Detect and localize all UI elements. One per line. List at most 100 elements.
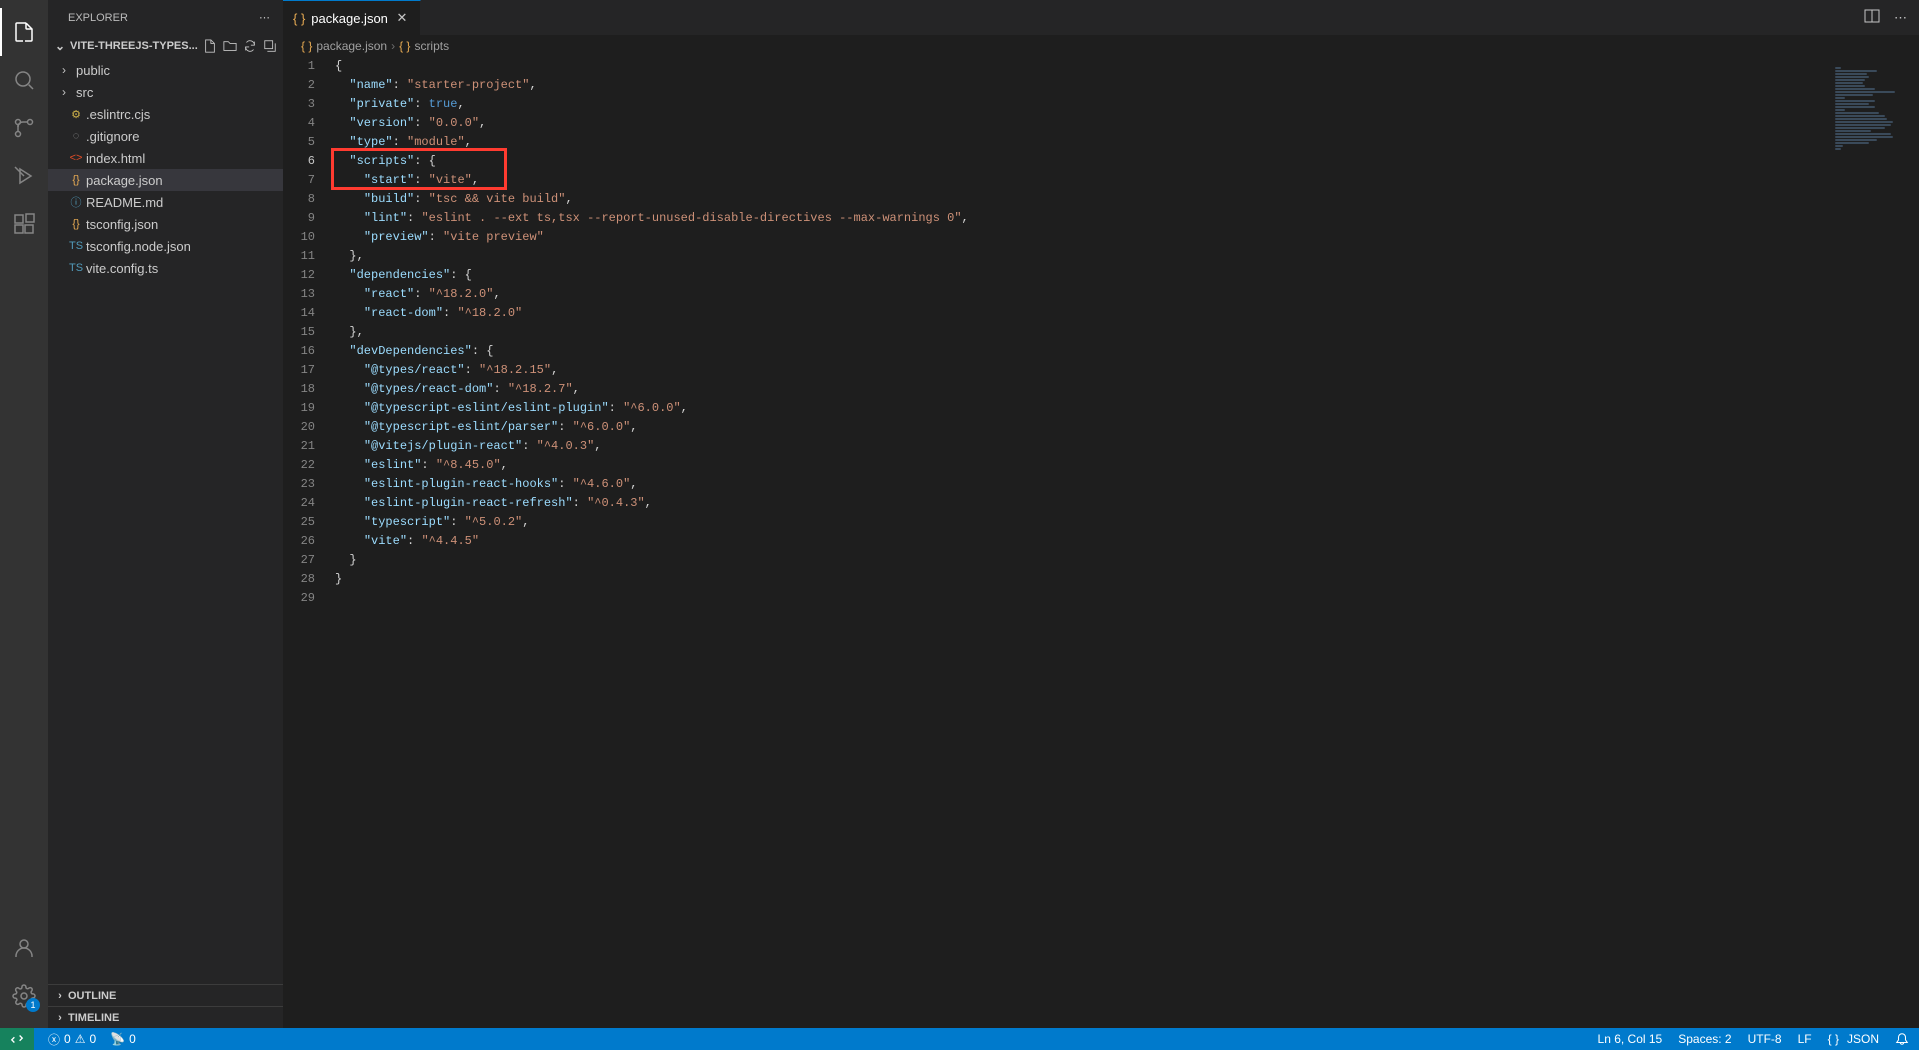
chevron-right-icon: › bbox=[62, 85, 76, 99]
status-problems[interactable]: ⓧ0 ⚠0 bbox=[48, 1031, 96, 1048]
minimap[interactable] bbox=[1829, 57, 1919, 1028]
activity-source-control-icon[interactable] bbox=[0, 104, 48, 152]
status-lang[interactable]: { }JSON bbox=[1828, 1032, 1879, 1046]
split-editor-icon[interactable] bbox=[1864, 8, 1880, 27]
code-line[interactable]: "type": "module", bbox=[335, 133, 1829, 152]
folder-item[interactable]: ›public bbox=[48, 59, 283, 81]
explorer-more-icon[interactable]: ⋯ bbox=[259, 11, 271, 24]
chevron-right-icon: › bbox=[62, 63, 76, 77]
file-label: .eslintrc.cjs bbox=[86, 107, 150, 122]
file-type-icon: ⚙ bbox=[66, 108, 86, 121]
explorer-header: EXPLORER ⋯ bbox=[48, 0, 283, 35]
error-icon: ⓧ bbox=[48, 1031, 60, 1048]
status-encoding[interactable]: UTF-8 bbox=[1748, 1032, 1782, 1046]
activity-extensions-icon[interactable] bbox=[0, 200, 48, 248]
code-line[interactable]: "private": true, bbox=[335, 95, 1829, 114]
code-line[interactable]: "dependencies": { bbox=[335, 266, 1829, 285]
project-header[interactable]: ⌄ VITE-THREEJS-TYPES... bbox=[48, 35, 283, 57]
code-line[interactable]: "@typescript-eslint/parser": "^6.0.0", bbox=[335, 418, 1829, 437]
code-line[interactable]: "vite": "^4.4.5" bbox=[335, 532, 1829, 551]
code-line[interactable]: "eslint-plugin-react-hooks": "^4.6.0", bbox=[335, 475, 1829, 494]
chevron-right-icon: › bbox=[52, 990, 68, 1002]
new-folder-icon[interactable] bbox=[221, 37, 239, 55]
code-line[interactable]: "scripts": { bbox=[335, 152, 1829, 171]
code-line[interactable]: "react": "^18.2.0", bbox=[335, 285, 1829, 304]
editor-body[interactable]: 1234567891011121314151617181920212223242… bbox=[283, 57, 1919, 1028]
file-item[interactable]: TStsconfig.node.json bbox=[48, 235, 283, 257]
code-line[interactable]: "preview": "vite preview" bbox=[335, 228, 1829, 247]
code-line[interactable]: "eslint": "^8.45.0", bbox=[335, 456, 1829, 475]
file-type-icon: <> bbox=[66, 152, 86, 164]
code-line[interactable]: "name": "starter-project", bbox=[335, 76, 1829, 95]
file-item[interactable]: <>index.html bbox=[48, 147, 283, 169]
activity-bar: 1 bbox=[0, 0, 48, 1028]
explorer-title: EXPLORER bbox=[68, 12, 128, 24]
file-type-icon: {} bbox=[66, 218, 86, 230]
file-type-icon: ⓘ bbox=[66, 194, 86, 210]
activity-search-icon[interactable] bbox=[0, 56, 48, 104]
file-label: tsconfig.json bbox=[86, 217, 158, 232]
code-line[interactable]: "version": "0.0.0", bbox=[335, 114, 1829, 133]
outline-label: OUTLINE bbox=[68, 990, 116, 1002]
collapse-icon[interactable] bbox=[261, 37, 279, 55]
outline-section[interactable]: › OUTLINE bbox=[48, 984, 283, 1006]
chevron-right-icon: › bbox=[391, 39, 395, 53]
status-ln-col[interactable]: Ln 6, Col 15 bbox=[1598, 1032, 1663, 1046]
file-item[interactable]: ◌.gitignore bbox=[48, 125, 283, 147]
activity-account-icon[interactable] bbox=[0, 924, 48, 972]
file-item[interactable]: TSvite.config.ts bbox=[48, 257, 283, 279]
file-item[interactable]: ⚙.eslintrc.cjs bbox=[48, 103, 283, 125]
status-notifications-icon[interactable] bbox=[1895, 1032, 1909, 1046]
file-label: src bbox=[76, 85, 93, 100]
status-spaces[interactable]: Spaces: 2 bbox=[1678, 1032, 1731, 1046]
timeline-section[interactable]: › TIMELINE bbox=[48, 1006, 283, 1028]
code-line[interactable]: }, bbox=[335, 247, 1829, 266]
code-line[interactable]: "@types/react-dom": "^18.2.7", bbox=[335, 380, 1829, 399]
code-line[interactable]: } bbox=[335, 551, 1829, 570]
code-line[interactable]: "@vitejs/plugin-react": "^4.0.3", bbox=[335, 437, 1829, 456]
file-item[interactable]: {}tsconfig.json bbox=[48, 213, 283, 235]
close-icon[interactable]: ✕ bbox=[394, 10, 410, 26]
file-item[interactable]: ⓘREADME.md bbox=[48, 191, 283, 213]
new-file-icon[interactable] bbox=[201, 37, 219, 55]
folder-item[interactable]: ›src bbox=[48, 81, 283, 103]
remote-button[interactable] bbox=[0, 1028, 34, 1050]
refresh-icon[interactable] bbox=[241, 37, 259, 55]
code-line[interactable] bbox=[335, 589, 1829, 608]
code-line[interactable]: "eslint-plugin-react-refresh": "^0.4.3", bbox=[335, 494, 1829, 513]
tab-label: package.json bbox=[311, 11, 388, 26]
activity-debug-icon[interactable] bbox=[0, 152, 48, 200]
code-line[interactable]: } bbox=[335, 570, 1829, 589]
breadcrumb-file: package.json bbox=[316, 39, 387, 53]
activity-explorer-icon[interactable] bbox=[0, 8, 48, 56]
more-actions-icon[interactable]: ⋯ bbox=[1894, 10, 1907, 26]
code-line[interactable]: "lint": "eslint . --ext ts,tsx --report-… bbox=[335, 209, 1829, 228]
file-label: public bbox=[76, 63, 110, 78]
file-label: README.md bbox=[86, 195, 163, 210]
code-line[interactable]: "build": "tsc && vite build", bbox=[335, 190, 1829, 209]
json-file-icon: { } bbox=[293, 11, 305, 26]
tab-package-json[interactable]: { } package.json ✕ bbox=[283, 0, 421, 35]
code-line[interactable]: "react-dom": "^18.2.0" bbox=[335, 304, 1829, 323]
file-tree: ›public›src⚙.eslintrc.cjs◌.gitignore<>in… bbox=[48, 57, 283, 984]
code-line[interactable]: "@types/react": "^18.2.15", bbox=[335, 361, 1829, 380]
code-line[interactable]: "start": "vite", bbox=[335, 171, 1829, 190]
chevron-down-icon: ⌄ bbox=[52, 39, 68, 53]
status-eol[interactable]: LF bbox=[1798, 1032, 1812, 1046]
file-item[interactable]: {}package.json bbox=[48, 169, 283, 191]
file-label: tsconfig.node.json bbox=[86, 239, 191, 254]
code-line[interactable]: "typescript": "^5.0.2", bbox=[335, 513, 1829, 532]
activity-settings-icon[interactable]: 1 bbox=[0, 972, 48, 1020]
explorer-sidebar: EXPLORER ⋯ ⌄ VITE-THREEJS-TYPES... bbox=[48, 0, 283, 1028]
code-line[interactable]: "devDependencies": { bbox=[335, 342, 1829, 361]
file-type-icon: {} bbox=[66, 174, 86, 186]
code-line[interactable]: { bbox=[335, 57, 1829, 76]
code-line[interactable]: "@typescript-eslint/eslint-plugin": "^6.… bbox=[335, 399, 1829, 418]
code-content[interactable]: { "name": "starter-project", "private": … bbox=[335, 57, 1829, 1028]
code-line[interactable]: }, bbox=[335, 323, 1829, 342]
breadcrumb[interactable]: { } package.json › { } scripts bbox=[283, 35, 1919, 57]
file-type-icon: TS bbox=[66, 262, 86, 274]
chevron-right-icon: › bbox=[52, 1012, 68, 1024]
status-ports[interactable]: 📡0 bbox=[110, 1032, 136, 1046]
file-type-icon: TS bbox=[66, 240, 86, 252]
